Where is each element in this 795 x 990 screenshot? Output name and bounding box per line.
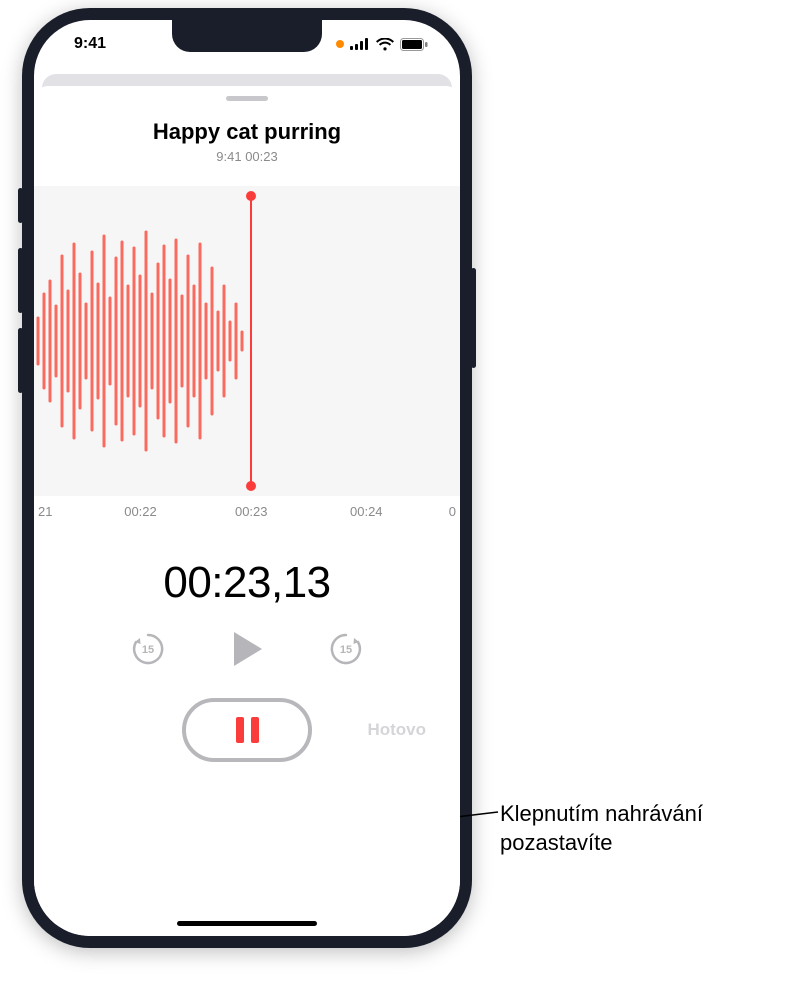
waveform-area[interactable] (34, 186, 460, 496)
svg-text:15: 15 (340, 644, 352, 656)
time-ruler[interactable]: 21 00:22 00:23 00:24 0 (34, 496, 460, 532)
sheet-grabber[interactable] (226, 96, 268, 101)
waveform-icon (34, 186, 460, 496)
skip-back-button[interactable]: 15 (128, 629, 168, 669)
skip-forward-button[interactable]: 15 (326, 629, 366, 669)
transport-controls: 15 15 (34, 626, 460, 672)
elapsed-time: 00:23,13 (34, 558, 460, 608)
recording-time: 9:41 (216, 149, 241, 164)
battery-icon (400, 38, 428, 51)
recording-meta: 9:4100:23 (34, 149, 460, 164)
recording-title[interactable]: Happy cat purring (34, 119, 460, 145)
recording-duration: 00:23 (242, 149, 278, 164)
ruler-tick: 21 (38, 504, 52, 519)
playhead[interactable] (250, 196, 252, 486)
title-block: Happy cat purring 9:4100:23 (34, 119, 460, 164)
cellular-icon (350, 38, 370, 50)
statusbar-time: 9:41 (62, 35, 106, 53)
recording-sheet: Happy cat purring 9:4100:23 (34, 86, 460, 936)
ruler-tick: 00:23 (235, 504, 268, 519)
wifi-icon (376, 38, 394, 51)
notch (172, 20, 322, 52)
recording-indicator-icon (336, 40, 344, 48)
play-icon (230, 630, 264, 668)
phone-frame: 9:41 (22, 8, 472, 948)
statusbar-icons (336, 38, 432, 51)
skip-forward-icon: 15 (327, 630, 365, 668)
bottom-row: Hotovo (34, 698, 460, 762)
screen: 9:41 (34, 20, 460, 936)
ruler-tick: 00:22 (124, 504, 157, 519)
home-indicator[interactable] (177, 921, 317, 926)
callout-text: Klepnutím nahrávání pozastavíte (500, 800, 780, 857)
play-button[interactable] (224, 626, 270, 672)
pause-button[interactable] (182, 698, 312, 762)
skip-back-icon: 15 (129, 630, 167, 668)
done-button[interactable]: Hotovo (367, 720, 426, 740)
pause-icon (236, 717, 259, 743)
ruler-tick: 00:24 (350, 504, 383, 519)
ruler-tick: 0 (449, 504, 456, 519)
svg-text:15: 15 (142, 644, 154, 656)
